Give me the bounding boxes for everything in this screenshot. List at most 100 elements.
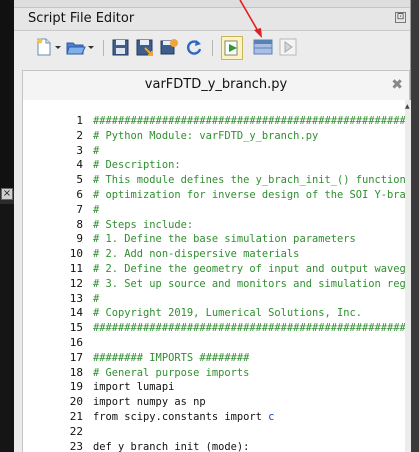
chevron-down-icon	[88, 46, 94, 49]
code-line[interactable]: 4 # Description:	[23, 158, 411, 172]
close-icon[interactable]: ✖	[391, 77, 403, 93]
line-number: 3	[76, 143, 83, 157]
code-text: import numpy as np	[93, 396, 206, 409]
code-line[interactable]: 14 # Copyright 2019, Lumerical Solutions,…	[23, 306, 411, 320]
code-text: ######## IMPORTS ########	[93, 351, 250, 364]
code-line[interactable]: 17 ######## IMPORTS ########	[23, 351, 411, 365]
line-number: 7	[76, 202, 83, 216]
background-pane	[0, 0, 14, 190]
line-number: 9	[76, 232, 83, 246]
new-file-dropdown[interactable]	[54, 37, 62, 59]
line-number: 2	[76, 128, 83, 142]
line-number: 19	[69, 380, 83, 394]
code-line[interactable]: 2 # Python Module: varFDTD_y_branch.py	[23, 129, 411, 143]
floppy-disk-icon	[112, 39, 129, 56]
line-number: 15	[69, 321, 83, 335]
code-text: # General purpose imports	[93, 366, 250, 379]
title-bar: Script File Editor ⊡	[14, 8, 410, 31]
run-icon	[224, 40, 238, 56]
play-outline-icon	[279, 38, 297, 56]
save-button[interactable]	[111, 37, 131, 59]
code-text: import lumapi	[93, 381, 175, 394]
code-text: # 2. Define the geometry of input and ou…	[93, 263, 411, 275]
line-number: 21	[69, 410, 83, 423]
line-number: 23	[69, 439, 83, 452]
code-line[interactable]: 16	[23, 336, 411, 350]
chevron-down-icon	[55, 46, 61, 49]
toggle-console-button[interactable]	[252, 37, 274, 59]
code-line[interactable]: 20 import numpy as np	[23, 395, 411, 409]
line-number: 17	[69, 350, 83, 364]
code-line[interactable]: 7 #	[23, 203, 411, 217]
code-line[interactable]: 15 ######################################…	[23, 321, 411, 335]
open-file-dropdown[interactable]	[87, 37, 95, 59]
code-text: #	[93, 144, 100, 157]
background-window-strip-right	[411, 0, 419, 452]
code-line[interactable]: 19 import lumapi	[23, 380, 411, 394]
background-window-strip: ×	[0, 0, 14, 452]
save-as-button[interactable]	[135, 37, 155, 59]
code-line[interactable]: 8 # Steps include:	[23, 218, 411, 232]
line-number: 1	[76, 114, 83, 127]
code-token: from scipy.constants import	[93, 411, 269, 423]
code-text: # Python Module: varFDTD_y_branch.py	[93, 129, 319, 142]
code-text: from scipy.constants import c	[93, 410, 274, 424]
code-text: # Description:	[93, 159, 181, 172]
tab-varfdtd-y-branch[interactable]: varFDTD_y_branch.py ✖	[22, 70, 410, 100]
close-icon[interactable]: ×	[1, 188, 13, 200]
code-line[interactable]: 12 # 3. Set up source and monitors and si…	[23, 277, 411, 291]
code-text: ########################################…	[93, 115, 411, 127]
line-number: 16	[69, 336, 83, 349]
code-text: # 1. Define the base simulation paramete…	[93, 233, 356, 246]
code-text: def y_branch_init_(mode):	[93, 440, 250, 452]
open-folder-icon	[66, 42, 86, 55]
code-line[interactable]: 1 #######################################…	[23, 114, 411, 128]
new-file-icon	[37, 38, 51, 56]
reload-button[interactable]	[184, 37, 204, 59]
code-line[interactable]: 6 # optimization for inverse design of th…	[23, 188, 411, 202]
toolbar-separator	[212, 40, 213, 56]
script-file-editor-window: Script File Editor ⊡ varFDTD_y_branch.py…	[14, 0, 411, 452]
code-text: # Copyright 2019, Lumerical Solutions, I…	[93, 307, 362, 320]
code-line[interactable]: 5 # This module defines the y_brach_init_…	[23, 173, 411, 187]
float-window-icon[interactable]: ⊡	[395, 12, 406, 23]
code-text: # Steps include:	[93, 218, 194, 231]
code-line[interactable]: 13 #	[23, 292, 411, 306]
background-pane-lower	[0, 204, 14, 452]
line-number: 12	[69, 276, 83, 290]
code-line[interactable]: 18 # General purpose imports	[23, 366, 411, 380]
refresh-icon	[187, 40, 202, 55]
code-line[interactable]: 22	[23, 425, 411, 439]
code-line[interactable]: 10 # 2. Add non-dispersive materials	[23, 247, 411, 261]
line-number: 13	[69, 291, 83, 305]
line-number: 20	[69, 395, 83, 409]
code-editor[interactable]: 1 #######################################…	[22, 100, 411, 452]
toolbar-separator	[103, 40, 104, 56]
code-line[interactable]: 11 # 2. Define the geometry of input and …	[23, 262, 411, 276]
code-text: # This module defines the y_brach_init_(…	[93, 174, 406, 187]
save-as-icon	[136, 39, 153, 56]
line-number: 14	[69, 306, 83, 320]
line-number: 8	[76, 217, 83, 231]
line-number: 5	[76, 173, 83, 187]
panel-icon	[253, 39, 273, 55]
save-all-button[interactable]	[159, 37, 179, 59]
code-text: # optimization for inverse design of the…	[93, 189, 411, 201]
open-file-button[interactable]	[66, 37, 86, 59]
code-line[interactable]: 3 #	[23, 144, 411, 158]
new-file-button[interactable]	[36, 37, 52, 59]
line-number: 4	[76, 158, 83, 172]
line-number: 10	[69, 247, 83, 261]
toolbar	[14, 31, 410, 65]
code-line[interactable]: 21 from scipy.constants import c	[23, 410, 411, 424]
line-number: 6	[76, 188, 83, 201]
code-text: ########################################…	[93, 322, 411, 335]
code-line[interactable]: 23 def y_branch_init_(mode):	[23, 440, 411, 452]
code-text: # 2. Add non-dispersive materials	[93, 248, 300, 261]
code-text: # 3. Set up source and monitors and simu…	[93, 277, 411, 290]
line-number: 18	[69, 365, 83, 379]
step-forward-button[interactable]	[278, 37, 298, 59]
code-line[interactable]: 9 # 1. Define the base simulation paramet…	[23, 232, 411, 246]
run-script-button[interactable]	[221, 36, 243, 60]
line-number: 11	[69, 262, 83, 275]
